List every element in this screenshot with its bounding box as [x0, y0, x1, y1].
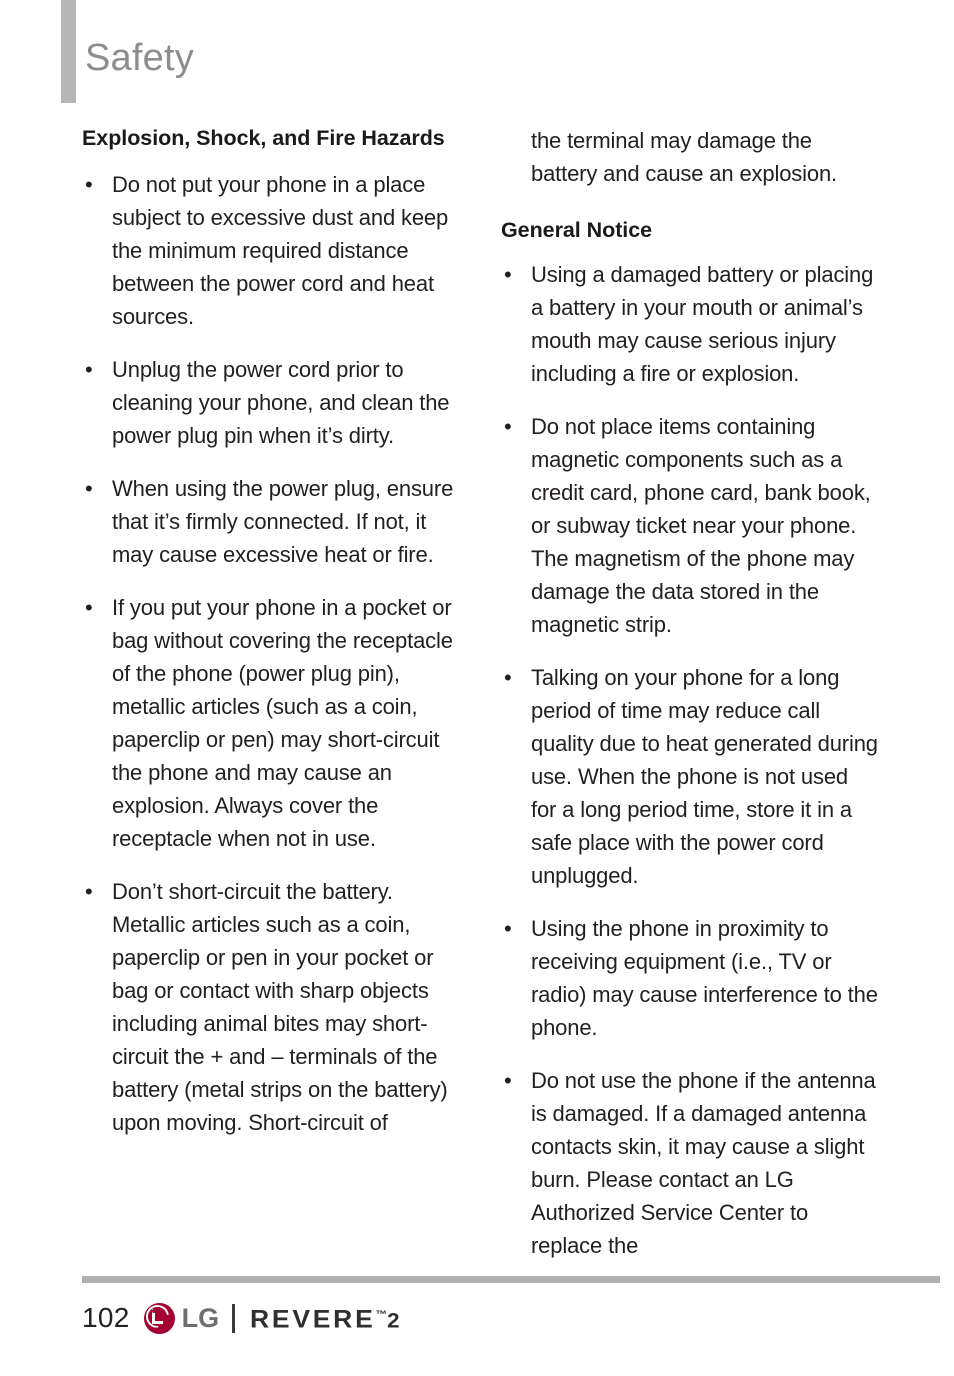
continued-paragraph: the terminal may damage the battery and … [531, 128, 838, 186]
list-item: • Unplug the power cord prior to cleanin… [82, 353, 460, 452]
bullet-icon: • [504, 414, 512, 439]
bullet-icon: • [504, 1068, 512, 1093]
trademark-symbol: ™ [375, 1308, 388, 1321]
list-item-text: If you put your phone in a pocket or bag… [112, 595, 453, 851]
bullet-icon: • [504, 665, 512, 690]
list-item: • Do not use the phone if the antenna is… [501, 1064, 879, 1262]
list-item-text: Do not use the phone if the antenna is d… [531, 1068, 876, 1258]
list-item: • Do not place items containing magnetic… [501, 410, 879, 641]
list-item-text: Don’t short-circuit the battery. Metalli… [112, 879, 448, 1135]
list-item: • Using a damaged battery or placing a b… [501, 258, 879, 390]
section-heading-explosion-shock-fire-hazards: Explosion, Shock, and Fire Hazards [82, 126, 445, 150]
footer-brand-group: 102 LG REVERE™2 [82, 1298, 400, 1338]
list-item-text: Using the phone in proximity to receivin… [531, 916, 878, 1040]
product-name-text: REVERE [250, 1305, 376, 1334]
list-item-text: When using the power plug, ensure that i… [112, 476, 454, 567]
bullet-icon: • [85, 476, 93, 501]
page-footer: 102 LG REVERE™2 [0, 1270, 954, 1376]
list-item-text: Do not place items containing magnetic c… [531, 414, 871, 637]
page-title: Safety [85, 37, 194, 79]
product-name: REVERE™2 [250, 1301, 400, 1335]
lg-wordmark: LG [181, 1303, 220, 1333]
list-item-text: Using a damaged battery or placing a bat… [531, 262, 874, 386]
bullet-icon: • [85, 357, 93, 382]
left-text-column: Explosion, Shock, and Fire Hazards • Do … [82, 124, 460, 1139]
lg-logo-ring [145, 1304, 169, 1328]
right-text-column: the terminal may damage the battery and … [501, 124, 879, 1262]
list-item-text: Unplug the power cord prior to cleaning … [112, 357, 450, 448]
header-accent-bar [61, 0, 76, 103]
right-column-bullet-list: • Using a damaged battery or placing a b… [501, 258, 879, 1262]
page-number: 102 [82, 1302, 130, 1333]
list-item: • Using the phone in proximity to receiv… [501, 912, 879, 1044]
bullet-icon: • [504, 916, 512, 941]
content-area: Explosion, Shock, and Fire Hazards • Do … [0, 124, 954, 1258]
left-column-bullet-list: • Do not put your phone in a place subje… [82, 168, 460, 1139]
list-item: • Talking on your phone for a long perio… [501, 661, 879, 892]
list-item: • Do not put your phone in a place subje… [82, 168, 460, 333]
list-item-text: Do not put your phone in a place subject… [112, 172, 449, 329]
lg-logo-eye [151, 1308, 156, 1313]
product-version: 2 [387, 1309, 400, 1333]
bullet-icon: • [85, 595, 93, 620]
lg-circle-logo-icon [143, 1302, 175, 1334]
bullet-icon: • [85, 879, 93, 904]
bullet-icon: • [85, 172, 93, 197]
section-heading-general-notice: General Notice [501, 218, 653, 242]
list-item-text: Talking on your phone for a long period … [531, 665, 878, 888]
bullet-icon: • [504, 262, 512, 287]
footer-vertical-divider [232, 1303, 236, 1333]
footer-divider-rule [82, 1276, 940, 1283]
list-item: • When using the power plug, ensure that… [82, 472, 460, 571]
page-header: Safety [0, 0, 954, 110]
list-item: • If you put your phone in a pocket or b… [82, 591, 460, 855]
list-item: • Don’t short-circuit the battery. Metal… [82, 875, 460, 1139]
lg-logo-mouth [151, 1320, 163, 1324]
